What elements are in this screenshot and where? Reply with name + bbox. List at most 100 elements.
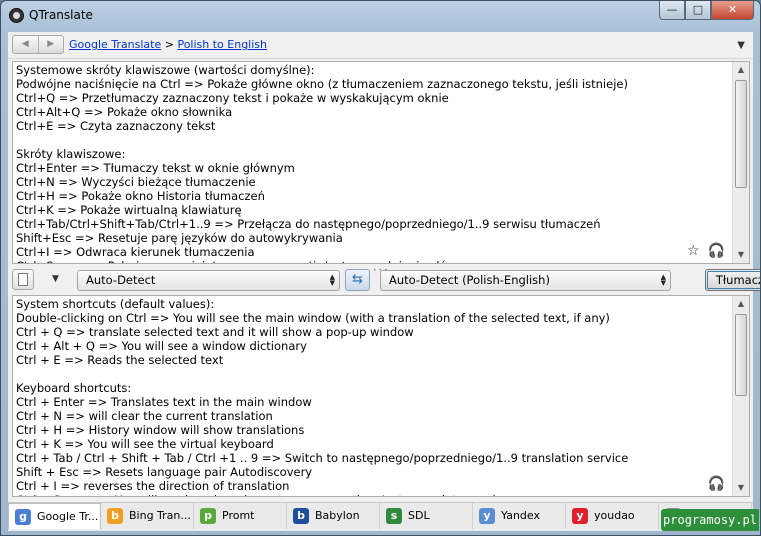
swap-languages-button[interactable]: ⇆ xyxy=(345,269,370,291)
result-text-area[interactable]: System shortcuts (default values): Double… xyxy=(12,295,750,497)
qtranslate-app-icon xyxy=(9,8,24,23)
target-language-select[interactable]: Auto-Detect (Polish-English) ▲ ▼ xyxy=(380,270,671,291)
translate-button[interactable]: Tłumacz xyxy=(705,269,760,291)
text-line: Podwójne naciśnięcie na Ctrl => Pokaże g… xyxy=(16,77,628,91)
service-tabs: g Google Tr... b Bing Tran... p Promt b Babylon… xyxy=(8,502,753,531)
source-language-value: Auto-Detect xyxy=(86,273,156,287)
text-line: Ctrl+Alt+Q => Pokaże okno słownika xyxy=(16,105,233,119)
text-line: Ctrl + H => History window will show tra… xyxy=(16,423,305,437)
tab-label: Babylon xyxy=(315,509,360,522)
tab-bing[interactable]: b Bing Tran... xyxy=(101,503,194,529)
text-line: Shift+Esc => Resetuje parę języków do au… xyxy=(16,231,343,245)
text-line: Ctrl+Tab/Ctrl+Shift+Tab/Ctrl+1..9 => Prz… xyxy=(16,217,601,231)
close-button[interactable]: ✕ xyxy=(711,1,754,20)
text-line: Skróty klawiszowe: xyxy=(16,147,126,161)
text-line: Ctrl + K => You will see the virtual key… xyxy=(16,437,274,451)
text-line xyxy=(16,133,728,147)
babylon-icon: b xyxy=(293,508,309,524)
yandex-icon: y xyxy=(479,508,495,524)
source-text: Systemowe skróty klawiszowe (wartości do… xyxy=(16,63,728,263)
headphones-icon[interactable]: 🎧 xyxy=(708,243,725,259)
text-line: Ctrl+Enter => Tłumaczy tekst w oknie głó… xyxy=(16,161,295,175)
promt-icon: p xyxy=(200,508,216,524)
text-line: Ctrl + E => Reads the selected text xyxy=(16,353,224,367)
text-line: Ctrl+Space => Pokaże w rozwiniętym menu … xyxy=(16,259,728,263)
google-icon: g xyxy=(15,508,31,525)
text-line: Systemowe skróty klawiszowe (wartości do… xyxy=(16,63,315,77)
new-document-button[interactable] xyxy=(12,269,34,290)
tab-label: Bing Tran... xyxy=(129,509,191,522)
bing-icon: b xyxy=(107,508,123,524)
text-line: Double-clicking on Ctrl => You will see … xyxy=(16,311,610,325)
source-text-area[interactable]: Systemowe skróty klawiszowe (wartości do… xyxy=(12,61,750,264)
select-arrows-icon: ▲ ▼ xyxy=(660,273,666,287)
text-line xyxy=(16,367,728,381)
source-scrollbar[interactable]: ▲ ▼ xyxy=(732,62,749,263)
app-window: QTranslate — □ ✕ ◀ ▶ Google Translate > … xyxy=(0,0,761,536)
breadcrumb-service-link[interactable]: Google Translate xyxy=(69,38,161,51)
text-line: Ctrl + Enter => Translates text in the m… xyxy=(16,395,312,409)
text-line: Ctrl+Q => Przetłumaczy zaznaczony tekst … xyxy=(16,91,449,105)
tab-label: Yandex xyxy=(501,509,540,522)
window-controls: — □ ✕ xyxy=(659,1,754,20)
result-actions: 🎧 xyxy=(708,476,725,492)
star-icon[interactable]: ☆ xyxy=(687,243,700,259)
select-arrows-icon: ▲ ▼ xyxy=(329,273,335,287)
tab-label: Promt xyxy=(222,509,255,522)
text-line: Ctrl + Alt + Q => You will see a window … xyxy=(16,339,307,353)
headphones-icon[interactable]: 🎧 xyxy=(708,476,725,492)
chevron-down-icon[interactable]: ▼ xyxy=(737,40,745,51)
result-scrollbar[interactable]: ▲ ▼ xyxy=(732,296,749,496)
tab-label: youdao xyxy=(594,509,635,522)
sdl-icon: s xyxy=(386,508,402,524)
tab-label: SDL xyxy=(408,509,430,522)
target-language-value: Auto-Detect (Polish-English) xyxy=(389,273,550,287)
text-line: Shift + Esc => Resets language pair Auto… xyxy=(16,465,313,479)
youdao-icon: y xyxy=(572,508,588,524)
window-title: QTranslate xyxy=(29,8,93,22)
scroll-thumb[interactable] xyxy=(735,314,747,396)
text-line: Ctrl + N => will clear the current trans… xyxy=(16,409,273,423)
watermark: programosy.pl xyxy=(661,509,759,531)
breadcrumb-separator: > xyxy=(164,38,174,51)
translation-toolbar: ••• ▼ Auto-Detect ▲▼ ⇆ Auto-Detect (Poli… xyxy=(8,267,760,293)
tab-sdl[interactable]: s SDL xyxy=(380,503,473,529)
text-line: Ctrl+N => Wyczyści bieżące tłumaczenie xyxy=(16,175,256,189)
text-line: Ctrl+I => Odwraca kierunek tłumaczenia xyxy=(16,245,255,259)
navigation-bar: ◀ ▶ Google Translate > Polish to English… xyxy=(8,32,753,59)
breadcrumb: Google Translate > Polish to English xyxy=(69,38,267,51)
breadcrumb-direction-link[interactable]: Polish to English xyxy=(177,38,267,51)
text-line: Ctrl + Space => You will see in a drop-d… xyxy=(16,493,728,496)
text-line: Ctrl+H => Pokaże okno Historia tłumaczeń xyxy=(16,189,265,203)
scroll-thumb[interactable] xyxy=(735,80,747,188)
options-dropdown-icon[interactable]: ▼ xyxy=(52,274,59,284)
tab-label: Google Tr... xyxy=(37,509,99,523)
scroll-up-arrow-icon[interactable]: ▲ xyxy=(733,296,749,312)
source-actions: ☆ 🎧 xyxy=(687,243,725,259)
tab-babylon[interactable]: b Babylon xyxy=(287,503,380,529)
minimize-button[interactable]: — xyxy=(659,1,685,20)
maximize-button[interactable]: □ xyxy=(685,1,711,20)
text-line: Ctrl+K => Pokaże wirtualną klawiaturę xyxy=(16,203,242,217)
text-line: Ctrl + Q => translate selected text and … xyxy=(16,325,414,339)
text-line: Ctrl+E => Czyta zaznaczony tekst xyxy=(16,119,216,133)
text-line: Keyboard shortcuts: xyxy=(16,381,132,395)
scroll-down-arrow-icon[interactable]: ▼ xyxy=(733,247,749,263)
tab-google[interactable]: g Google Tr... xyxy=(8,503,101,529)
text-line: System shortcuts (default values): xyxy=(16,297,215,311)
text-line: Ctrl + Tab / Ctrl + Shift + Tab / Ctrl +… xyxy=(16,451,629,465)
back-button[interactable]: ◀ xyxy=(13,36,38,53)
scroll-up-arrow-icon[interactable]: ▲ xyxy=(733,62,749,78)
source-language-select[interactable]: Auto-Detect ▲ ▼ xyxy=(77,270,340,291)
document-icon xyxy=(18,273,28,286)
tab-yandex[interactable]: y Yandex xyxy=(473,503,566,529)
forward-button[interactable]: ▶ xyxy=(37,36,64,53)
tab-youdao[interactable]: y youdao xyxy=(566,503,659,529)
title-bar[interactable]: QTranslate — □ ✕ xyxy=(1,1,760,31)
history-nav: ◀ ▶ xyxy=(12,35,64,54)
result-text: System shortcuts (default values): Double… xyxy=(16,297,728,496)
text-line: Ctrl + I => reverses the direction of tr… xyxy=(16,479,290,493)
scroll-down-arrow-icon[interactable]: ▼ xyxy=(733,480,749,496)
client-area: ◀ ▶ Google Translate > Polish to English… xyxy=(8,32,760,531)
tab-promt[interactable]: p Promt xyxy=(194,503,287,529)
